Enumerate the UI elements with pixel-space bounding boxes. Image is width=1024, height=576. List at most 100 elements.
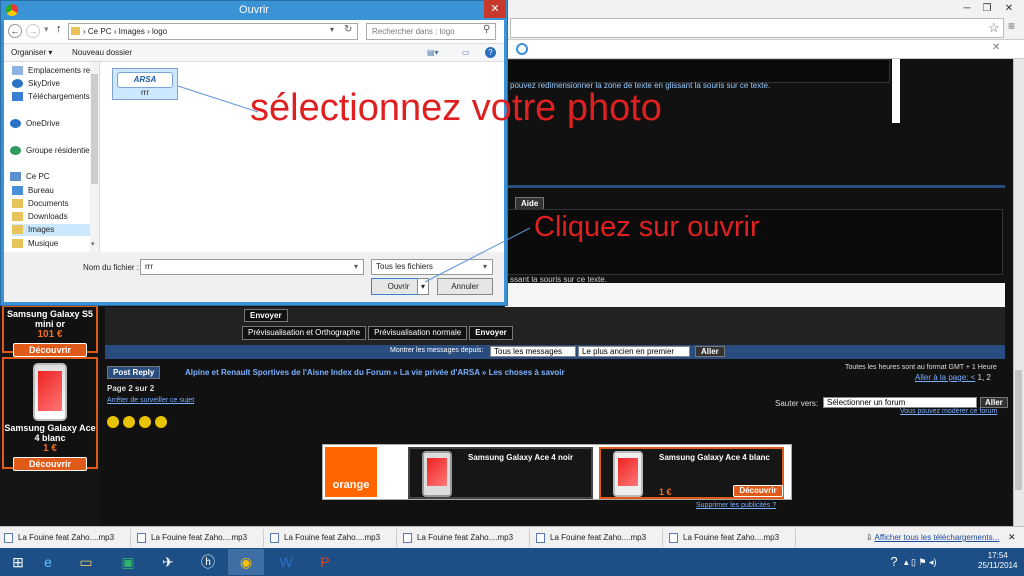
- ie-icon[interactable]: e: [30, 549, 66, 575]
- word-icon[interactable]: W: [268, 549, 304, 575]
- nav-item-recent-places[interactable]: Emplacements re: [12, 65, 90, 77]
- textarea-scroll[interactable]: [892, 59, 900, 123]
- product-name: Samsung Galaxy S5 mini or: [6, 309, 94, 329]
- search-input[interactable]: Rechercher dans : logo: [366, 23, 496, 40]
- browser-close-icon[interactable]: ✕: [1000, 2, 1018, 16]
- nav-item-images[interactable]: Images: [12, 224, 96, 236]
- nav-item-music[interactable]: Musique: [12, 238, 58, 250]
- filename-label: Nom du fichier :: [83, 263, 140, 272]
- path-segment[interactable]: Images: [119, 27, 145, 36]
- nav-item-downloads-folder[interactable]: Downloads: [12, 211, 68, 223]
- explorer-icon[interactable]: ▭: [68, 549, 104, 575]
- filename-input[interactable]: rrr: [140, 259, 364, 275]
- new-folder-button[interactable]: Nouveau dossier: [72, 44, 132, 62]
- recent-dropdown-icon[interactable]: ▾: [44, 24, 49, 35]
- store-icon[interactable]: ▣: [110, 549, 146, 575]
- audio-file-icon: [536, 533, 545, 543]
- move-icon[interactable]: [123, 416, 135, 428]
- nav-item-this-pc[interactable]: Ce PC: [10, 171, 50, 183]
- help-icon[interactable]: ?: [485, 47, 496, 58]
- remove-ads-link[interactable]: Supprimer les publicités ?: [696, 502, 776, 509]
- send-button[interactable]: Envoyer: [244, 309, 288, 322]
- ad-card-ace4-white[interactable]: Samsung Galaxy Ace 4 blanc 1 € Découvrir: [599, 447, 784, 499]
- extension-icon[interactable]: [516, 43, 528, 55]
- download-item[interactable]: La Fouine feat Zaho....mp3: [532, 529, 663, 547]
- chrome-icon[interactable]: ◉: [228, 549, 264, 575]
- file-type-select[interactable]: Tous les fichiers: [371, 259, 493, 275]
- show-all-downloads[interactable]: ⇩ Afficher tous les téléchargements...: [866, 529, 999, 547]
- download-item[interactable]: La Fouine feat Zaho....mp3: [399, 529, 530, 547]
- jump-select[interactable]: Sélectionner un forum: [823, 397, 977, 408]
- ad-product-ace4[interactable]: Samsung Galaxy Ace 4 blanc 1 € Découvrir: [2, 357, 98, 471]
- discover-button[interactable]: Découvrir: [13, 343, 87, 357]
- view-icon[interactable]: ▤▾: [427, 44, 439, 62]
- refresh-icon[interactable]: ↻: [344, 24, 352, 35]
- nav-scrollbar[interactable]: ▾: [90, 62, 99, 252]
- file-name: rrr: [141, 88, 149, 97]
- pagination: Aller à la page: < 1, 2: [915, 373, 991, 382]
- forward-icon[interactable]: →: [26, 24, 40, 38]
- scroll-thumb[interactable]: [1015, 370, 1022, 490]
- path-segment[interactable]: Ce PC: [88, 27, 112, 36]
- dialog-close-button[interactable]: ✕: [484, 0, 506, 18]
- download-item[interactable]: La Fouine feat Zaho....mp3: [266, 529, 397, 547]
- moderate-link[interactable]: Vous pouvez modérer ce forum: [900, 408, 997, 415]
- filename-dropdown-icon[interactable]: ▾: [354, 262, 358, 271]
- tab-send[interactable]: Envoyer: [469, 326, 513, 340]
- bar-close-icon[interactable]: ✕: [992, 42, 1000, 53]
- nav-item-onedrive[interactable]: OneDrive: [10, 118, 60, 130]
- address-bar[interactable]: [510, 18, 1004, 38]
- filter-dropdown-icon[interactable]: ▾: [483, 262, 487, 271]
- path-breadcrumb[interactable]: › Ce PC › Images › logo: [68, 23, 358, 40]
- open-dropdown-icon[interactable]: ▾: [417, 278, 429, 295]
- order-select[interactable]: Le plus ancien en premier: [578, 346, 690, 357]
- breadcrumb[interactable]: Alpine et Renault Sportives de l'Aisne I…: [185, 368, 565, 377]
- preview-pane-icon[interactable]: ▭: [462, 44, 470, 62]
- download-item[interactable]: La Fouine feat Zaho....mp3: [133, 529, 264, 547]
- ad-product-s5[interactable]: Samsung Galaxy S5 mini or 101 € Découvri…: [2, 305, 98, 357]
- post-reply-button[interactable]: Post Reply: [107, 366, 161, 379]
- menu-icon[interactable]: ≡: [1008, 19, 1015, 33]
- stop-watching-link[interactable]: Arrêter de surveiller ce sujet: [107, 397, 194, 404]
- tab-preview-normal[interactable]: Prévisualisation normale: [368, 326, 468, 340]
- go-button[interactable]: Aller: [695, 346, 725, 357]
- nav-item-skydrive[interactable]: SkyDrive: [12, 78, 60, 90]
- search-icon[interactable]: ⚲: [483, 24, 490, 35]
- delete-icon[interactable]: [107, 416, 119, 428]
- discover-button[interactable]: Découvrir: [733, 485, 783, 497]
- download-item[interactable]: La Fouine feat Zaho....mp3: [0, 529, 131, 547]
- app-icon[interactable]: ✈: [150, 549, 186, 575]
- minimize-icon[interactable]: ─: [958, 2, 976, 16]
- lock-icon[interactable]: [139, 416, 151, 428]
- split-icon[interactable]: [155, 416, 167, 428]
- restore-icon[interactable]: ❐: [978, 2, 996, 16]
- nav-item-documents[interactable]: Documents: [12, 198, 68, 210]
- jump-go-button[interactable]: Aller: [980, 397, 1008, 408]
- up-icon[interactable]: ↑: [56, 23, 62, 35]
- bookmark-star-icon[interactable]: ☆: [988, 20, 1000, 36]
- product-price: 101 €: [37, 329, 63, 340]
- powerpoint-icon[interactable]: P: [307, 549, 343, 575]
- clock[interactable]: 17:54 25/11/2014: [978, 551, 1017, 571]
- cancel-button[interactable]: Annuler: [437, 278, 493, 295]
- tab-preview-spell[interactable]: Prévisualisation et Orthographe: [242, 326, 367, 340]
- goto-page-link[interactable]: Aller à la page: <: [915, 373, 975, 382]
- tray-icons[interactable]: ▴ ▯ ⚑ ◂): [904, 549, 974, 575]
- path-segment[interactable]: logo: [152, 27, 167, 36]
- messages-since-select[interactable]: Tous les messages: [490, 346, 576, 357]
- hp-icon[interactable]: ⓗ: [190, 549, 226, 575]
- back-icon[interactable]: ←: [8, 24, 22, 38]
- path-dropdown-icon[interactable]: ▾: [330, 25, 334, 34]
- blank-area: [505, 283, 1005, 307]
- ad-card-name: Samsung Galaxy Ace 4 noir: [468, 453, 574, 462]
- page-numbers[interactable]: 1, 2: [978, 373, 991, 382]
- nav-item-desktop[interactable]: Bureau: [12, 185, 54, 197]
- ad-card-ace4-black[interactable]: Samsung Galaxy Ace 4 noir: [408, 447, 593, 499]
- downloads-close-icon[interactable]: ✕: [1008, 532, 1016, 543]
- download-item[interactable]: La Fouine feat Zaho....mp3: [665, 529, 796, 547]
- extension-bar: [505, 40, 1024, 59]
- discover-button[interactable]: Découvrir: [13, 457, 87, 471]
- nav-item-downloads[interactable]: Téléchargements: [12, 91, 90, 103]
- organize-button[interactable]: Organiser ▾: [11, 44, 52, 62]
- nav-item-homegroup[interactable]: Groupe résidentiel: [10, 145, 91, 157]
